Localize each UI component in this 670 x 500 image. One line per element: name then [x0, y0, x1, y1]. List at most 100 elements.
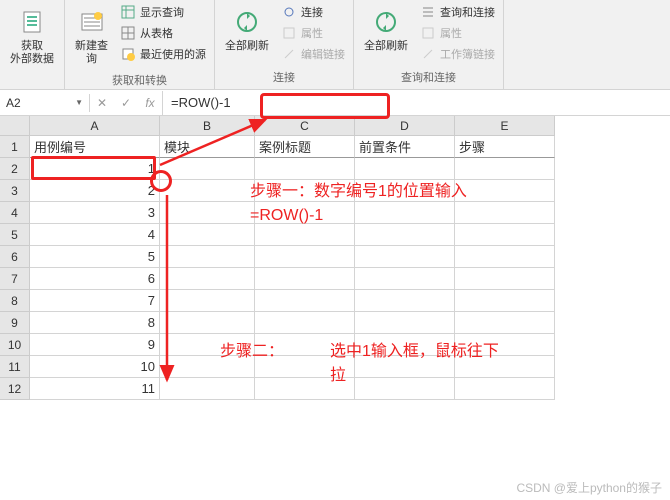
cell[interactable]: [355, 378, 455, 400]
ribbon: 获取 外部数据 新建查 询 显示查询 从表格: [0, 0, 670, 90]
cell[interactable]: [455, 334, 555, 356]
cell[interactable]: [455, 158, 555, 180]
cell[interactable]: 4: [30, 224, 160, 246]
spreadsheet-grid[interactable]: ABCDE 123456789101112 用例编号模块案例标题前置条件步骤12…: [0, 116, 670, 500]
col-header-b[interactable]: B: [160, 116, 255, 136]
col-header-e[interactable]: E: [455, 116, 555, 136]
cell[interactable]: [355, 180, 455, 202]
col-header-d[interactable]: D: [355, 116, 455, 136]
cell[interactable]: [255, 290, 355, 312]
cell[interactable]: 2: [30, 180, 160, 202]
row-header-12[interactable]: 12: [0, 378, 30, 400]
cell[interactable]: [455, 356, 555, 378]
cell[interactable]: 模块: [160, 136, 255, 158]
cell[interactable]: 用例编号: [30, 136, 160, 158]
formula-input[interactable]: =ROW()-1: [163, 93, 670, 112]
cell[interactable]: [160, 378, 255, 400]
cell[interactable]: 案例标题: [255, 136, 355, 158]
cell[interactable]: [255, 246, 355, 268]
cell[interactable]: [160, 356, 255, 378]
cell[interactable]: [455, 378, 555, 400]
ribbon-group-queries-connections: 全部刷新 查询和连接 属性 工作簿链接 查询和连接: [354, 0, 504, 89]
cell[interactable]: [255, 202, 355, 224]
cell[interactable]: [160, 202, 255, 224]
cell[interactable]: [160, 180, 255, 202]
cell[interactable]: [160, 290, 255, 312]
cell[interactable]: 1: [30, 158, 160, 180]
cell[interactable]: [455, 268, 555, 290]
row-header-2[interactable]: 2: [0, 158, 30, 180]
name-box[interactable]: A2 ▼: [0, 94, 90, 112]
cell[interactable]: [455, 290, 555, 312]
show-queries-button[interactable]: 显示查询: [116, 2, 210, 22]
row-header-5[interactable]: 5: [0, 224, 30, 246]
cell[interactable]: [255, 268, 355, 290]
refresh-all-button[interactable]: 全部刷新: [219, 2, 275, 57]
get-external-data-button[interactable]: 获取 外部数据: [4, 2, 60, 70]
workbook-links-button: 工作簿链接: [416, 44, 499, 64]
cell[interactable]: [160, 246, 255, 268]
cell[interactable]: 10: [30, 356, 160, 378]
cell[interactable]: [160, 158, 255, 180]
cell[interactable]: 7: [30, 290, 160, 312]
cell[interactable]: [160, 224, 255, 246]
cell[interactable]: [355, 202, 455, 224]
row-header-8[interactable]: 8: [0, 290, 30, 312]
select-all-corner[interactable]: [0, 116, 30, 136]
cell[interactable]: [255, 158, 355, 180]
cell[interactable]: 8: [30, 312, 160, 334]
cell[interactable]: [160, 268, 255, 290]
accept-formula-button[interactable]: ✓: [114, 91, 138, 115]
cancel-formula-button[interactable]: ✕: [90, 91, 114, 115]
cell[interactable]: 6: [30, 268, 160, 290]
ribbon-group-get-transform: 新建查 询 显示查询 从表格 最近使用的源 获取和转换: [65, 0, 215, 89]
cell[interactable]: [355, 312, 455, 334]
cell[interactable]: 11: [30, 378, 160, 400]
row-header-4[interactable]: 4: [0, 202, 30, 224]
cell[interactable]: [355, 224, 455, 246]
cell[interactable]: 5: [30, 246, 160, 268]
cell[interactable]: [255, 312, 355, 334]
row-header-10[interactable]: 10: [0, 334, 30, 356]
properties-icon: [281, 25, 297, 41]
cell[interactable]: [455, 312, 555, 334]
cell[interactable]: [355, 334, 455, 356]
cell[interactable]: [455, 180, 555, 202]
cell[interactable]: 3: [30, 202, 160, 224]
new-query-button[interactable]: 新建查 询: [69, 2, 114, 70]
col-header-a[interactable]: A: [30, 116, 160, 136]
cell[interactable]: [355, 158, 455, 180]
connections-button[interactable]: 连接: [277, 2, 349, 22]
cell[interactable]: [255, 180, 355, 202]
properties-button-2: 属性: [416, 23, 499, 43]
cell[interactable]: [355, 290, 455, 312]
queries-connections-button[interactable]: 查询和连接: [416, 2, 499, 22]
from-table-button[interactable]: 从表格: [116, 23, 210, 43]
cell[interactable]: [355, 246, 455, 268]
row-header-3[interactable]: 3: [0, 180, 30, 202]
cell[interactable]: [455, 246, 555, 268]
fx-button[interactable]: fx: [138, 91, 162, 115]
cell[interactable]: [255, 224, 355, 246]
refresh-all-button-2[interactable]: 全部刷新: [358, 2, 414, 57]
cell[interactable]: 9: [30, 334, 160, 356]
cell[interactable]: [255, 334, 355, 356]
cell[interactable]: 前置条件: [355, 136, 455, 158]
row-header-1[interactable]: 1: [0, 136, 30, 158]
row-header-7[interactable]: 7: [0, 268, 30, 290]
cell[interactable]: [255, 356, 355, 378]
row-header-11[interactable]: 11: [0, 356, 30, 378]
col-header-c[interactable]: C: [255, 116, 355, 136]
cell[interactable]: [255, 378, 355, 400]
chevron-down-icon[interactable]: ▼: [75, 98, 83, 107]
cell[interactable]: [455, 202, 555, 224]
cell[interactable]: [160, 312, 255, 334]
cell[interactable]: [355, 268, 455, 290]
cell[interactable]: [455, 224, 555, 246]
cell[interactable]: 步骤: [455, 136, 555, 158]
recent-sources-button[interactable]: 最近使用的源: [116, 44, 210, 64]
row-header-9[interactable]: 9: [0, 312, 30, 334]
row-header-6[interactable]: 6: [0, 246, 30, 268]
cell[interactable]: [160, 334, 255, 356]
cell[interactable]: [355, 356, 455, 378]
